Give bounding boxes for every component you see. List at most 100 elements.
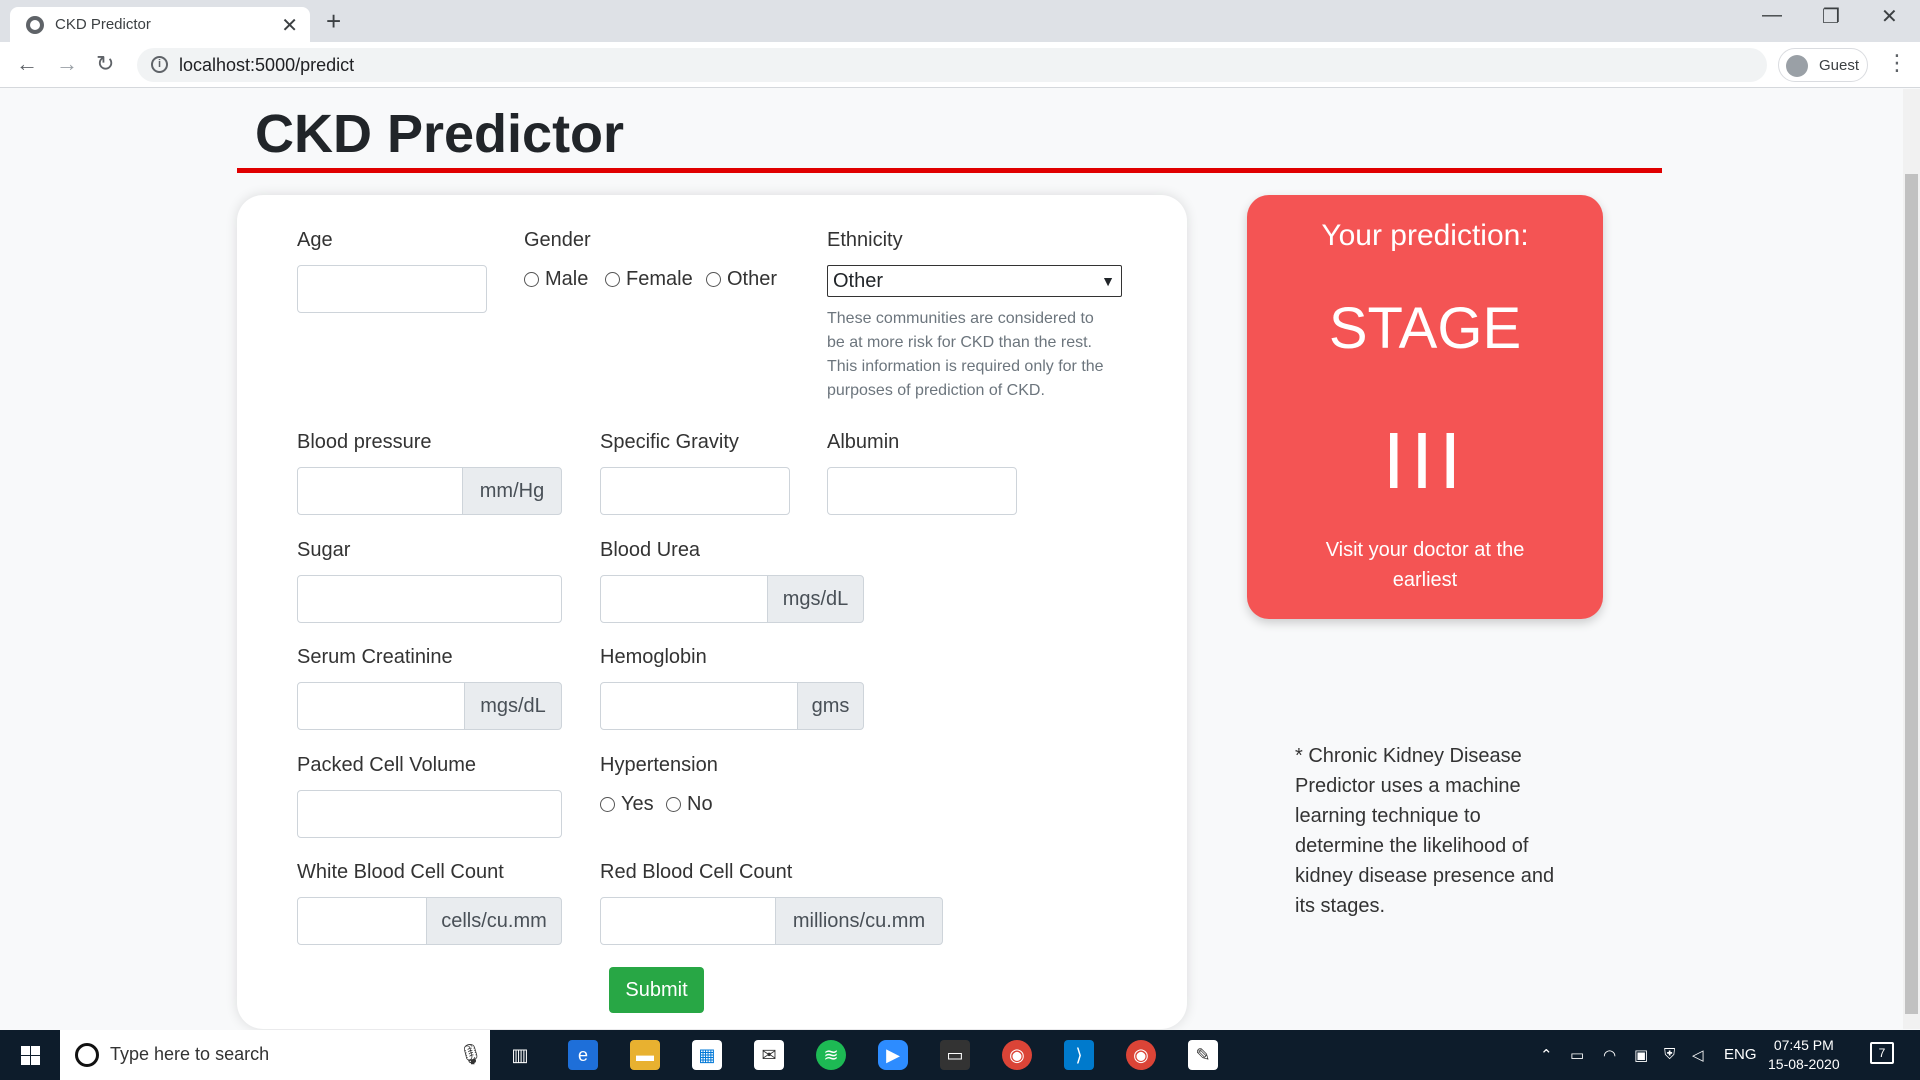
rbc-input[interactable] [600,897,776,945]
task-view-icon[interactable]: ▥ [505,1040,535,1070]
store-icon[interactable]: ▦ [692,1040,722,1070]
urea-input[interactable] [600,575,768,623]
ethnicity-select[interactable]: Other ▼ [827,265,1122,297]
hemoglobin-input[interactable] [600,682,798,730]
page-scrollbar[interactable] [1903,89,1920,1029]
rbc-unit: millions/cu.mm [775,897,943,945]
vscode-icon[interactable]: ⟩ [1064,1040,1094,1070]
prediction-heading: Your prediction: [1321,219,1529,252]
chrome-icon[interactable]: ◉ [1002,1040,1032,1070]
submit-button[interactable]: Submit [609,967,704,1013]
minimize-button[interactable]: — [1762,4,1782,27]
scrollbar-thumb[interactable] [1905,174,1918,1014]
ethnicity-label: Ethnicity [827,229,903,251]
radio-label: Other [727,268,778,290]
albumin-input[interactable] [827,467,1017,515]
hypertension-no-radio[interactable]: No [666,793,713,816]
new-tab-button[interactable]: + [326,6,341,37]
profile-label: Guest [1819,57,1860,74]
urea-label: Blood Urea [600,539,701,561]
forward-button[interactable]: → [56,51,78,77]
rbc-label: Red Blood Cell Count [600,861,793,883]
info-icon[interactable]: i [151,56,168,73]
microphone-icon[interactable]: 🎙 [458,1042,483,1067]
browser-tab-strip: CKD Predictor ✕ + — ❐ ✕ [0,0,1920,42]
language-indicator[interactable]: ENG [1724,1046,1757,1063]
reload-button[interactable]: ↻ [96,51,114,77]
creatinine-label: Serum Creatinine [297,646,453,668]
radio-icon [524,272,539,287]
tab-close-icon[interactable]: ✕ [281,13,298,38]
sugar-input[interactable] [297,575,562,623]
taskbar-search[interactable]: Type here to search 🎙 [60,1030,490,1080]
sg-input[interactable] [600,467,790,515]
notepad-icon[interactable]: ✎ [1188,1040,1218,1070]
wbc-label: White Blood Cell Count [297,861,504,883]
spotify-icon[interactable]: ≋ [816,1040,846,1070]
bp-label: Blood pressure [297,431,432,453]
clock-date: 15-08-2020 [1768,1056,1840,1072]
browser-toolbar: ← → ↻ i localhost:5000/predict Guest ⋮ [0,42,1920,88]
chrome-icon-2[interactable]: ◉ [1126,1040,1156,1070]
bp-input[interactable] [297,467,463,515]
shield-icon[interactable]: ⛨ [1664,1046,1675,1063]
url-text: localhost:5000/predict [179,55,355,75]
clock[interactable]: 07:45 PM 15-08-2020 [1768,1036,1840,1074]
edge-icon[interactable]: e [568,1040,598,1070]
ethnicity-selected: Other [833,270,884,292]
wbc-input[interactable] [297,897,427,945]
clock-time: 07:45 PM [1773,1037,1834,1053]
age-label: Age [297,229,333,251]
mail-icon[interactable]: ✉ [754,1040,784,1070]
ethnicity-help-text: These communities are considered to be a… [827,310,1104,399]
battery-icon[interactable]: ▭ [1570,1046,1584,1064]
hypertension-yes-radio[interactable]: Yes [600,793,654,816]
terminal-icon[interactable]: ▭ [940,1040,970,1070]
back-button[interactable]: ← [16,51,38,77]
window-close-button[interactable]: ✕ [1881,4,1898,29]
windows-logo-icon-part [21,1056,30,1065]
gender-female-radio[interactable]: Female [605,268,693,291]
browser-tab[interactable]: CKD Predictor ✕ [10,7,310,42]
disclaimer-note: * Chronic Kidney Disease Predictor uses … [1295,745,1555,917]
cortana-icon [75,1043,99,1067]
zoom-icon[interactable]: ▶ [878,1040,908,1070]
pcv-label: Packed Cell Volume [297,754,476,776]
chevron-down-icon: ▼ [1101,273,1115,289]
maximize-button[interactable]: ❐ [1822,4,1840,29]
radio-label: No [687,793,713,815]
screen-icon[interactable]: ▣ [1634,1046,1648,1064]
file-explorer-icon[interactable]: ▬ [630,1040,660,1070]
windows-logo-icon-part [31,1056,40,1065]
volume-icon[interactable]: ◁ [1692,1046,1704,1064]
creatinine-unit: mgs/dL [464,682,562,730]
profile-button[interactable]: Guest [1778,48,1868,82]
prediction-form: Age Gender Male Female Other Ethnicity O… [237,195,1187,1029]
radio-label: Yes [621,793,654,815]
hemoglobin-label: Hemoglobin [600,646,707,668]
chevron-up-icon[interactable]: ⌃ [1540,1046,1553,1064]
page-title: CKD Predictor [255,104,625,164]
globe-icon [26,16,44,34]
sugar-label: Sugar [297,539,351,561]
prediction-stage-word: STAGE [1328,296,1522,361]
notification-center-icon[interactable]: 7 [1870,1042,1894,1064]
wifi-icon[interactable]: ◠ [1603,1046,1616,1064]
hypertension-label: Hypertension [600,754,718,776]
menu-icon[interactable]: ⋮ [1886,50,1908,76]
radio-icon [666,797,681,812]
radio-label: Female [626,268,693,290]
gender-male-radio[interactable]: Male [524,268,588,291]
windows-logo-icon-part [31,1046,40,1055]
age-input[interactable] [297,265,487,313]
gender-other-radio[interactable]: Other [706,268,777,291]
sg-label: Specific Gravity [600,431,739,453]
creatinine-input[interactable] [297,682,465,730]
prediction-advice: Visit your doctor at the earliest [1325,539,1525,591]
prediction-stage-value: III [1382,416,1468,505]
radio-icon [605,272,620,287]
address-bar[interactable]: i localhost:5000/predict [137,48,1767,82]
avatar-icon [1786,55,1808,77]
start-button[interactable] [0,1030,60,1080]
pcv-input[interactable] [297,790,562,838]
